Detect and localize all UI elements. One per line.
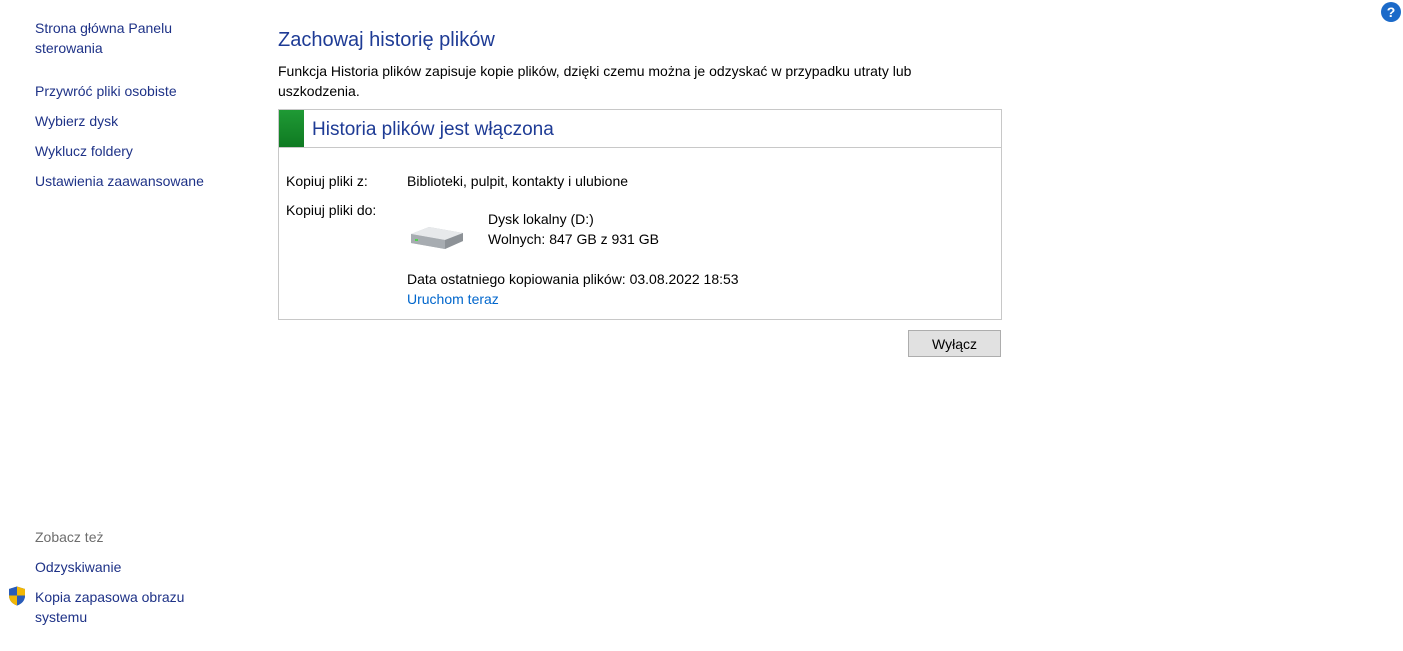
control-panel-home-link-line2: sterowania	[35, 40, 103, 56]
page-description-line1: Funkcja Historia plików zapisuje kopie p…	[278, 63, 912, 79]
system-image-backup-link-line1: Kopia zapasowa obrazu	[35, 589, 185, 605]
system-image-backup-link[interactable]: Kopia zapasowa obrazu systemu	[35, 587, 184, 627]
copy-from-value: Biblioteki, pulpit, kontakty i ulubione	[407, 173, 629, 189]
last-copy-date: Data ostatniego kopiowania plików: 03.08…	[407, 271, 739, 287]
page-title: Zachowaj historię plików	[278, 29, 495, 51]
uac-shield-icon	[9, 586, 25, 606]
status-header: Historia plików jest włączona	[279, 110, 1001, 148]
see-also-heading: Zobacz też	[35, 529, 104, 545]
restore-personal-files-link[interactable]: Przywróć pliki osobiste	[35, 81, 177, 101]
copy-from-label: Kopiuj pliki z:	[286, 173, 368, 189]
sidebar: Strona główna Panelu sterowania Przywróć…	[0, 0, 250, 651]
drive-free-space: Wolnych: 847 GB z 931 GB	[488, 231, 659, 247]
system-image-backup-link-line2: systemu	[35, 609, 88, 625]
control-panel-home-link[interactable]: Strona główna Panelu sterowania	[35, 18, 172, 58]
status-title: Historia plików jest włączona	[312, 119, 554, 140]
turn-off-button[interactable]: Wyłącz	[908, 330, 1001, 357]
copy-to-label: Kopiuj pliki do:	[286, 202, 377, 218]
hard-drive-icon	[411, 227, 463, 249]
file-history-status-panel: Historia plików jest włączona Kopiuj pli…	[278, 109, 1002, 320]
select-drive-link[interactable]: Wybierz dysk	[35, 111, 118, 131]
run-now-link[interactable]: Uruchom teraz	[407, 289, 499, 309]
page-description-line2: uszkodzenia.	[278, 83, 360, 99]
help-icon[interactable]: ?	[1381, 2, 1401, 22]
recovery-link[interactable]: Odzyskiwanie	[35, 557, 121, 577]
page-description: Funkcja Historia plików zapisuje kopie p…	[278, 61, 998, 101]
advanced-settings-link[interactable]: Ustawienia zaawansowane	[35, 171, 204, 191]
status-indicator-bar	[279, 110, 304, 147]
control-panel-home-link-line1: Strona główna Panelu	[35, 20, 172, 36]
drive-name: Dysk lokalny (D:)	[488, 211, 594, 227]
exclude-folders-link[interactable]: Wyklucz foldery	[35, 141, 133, 161]
